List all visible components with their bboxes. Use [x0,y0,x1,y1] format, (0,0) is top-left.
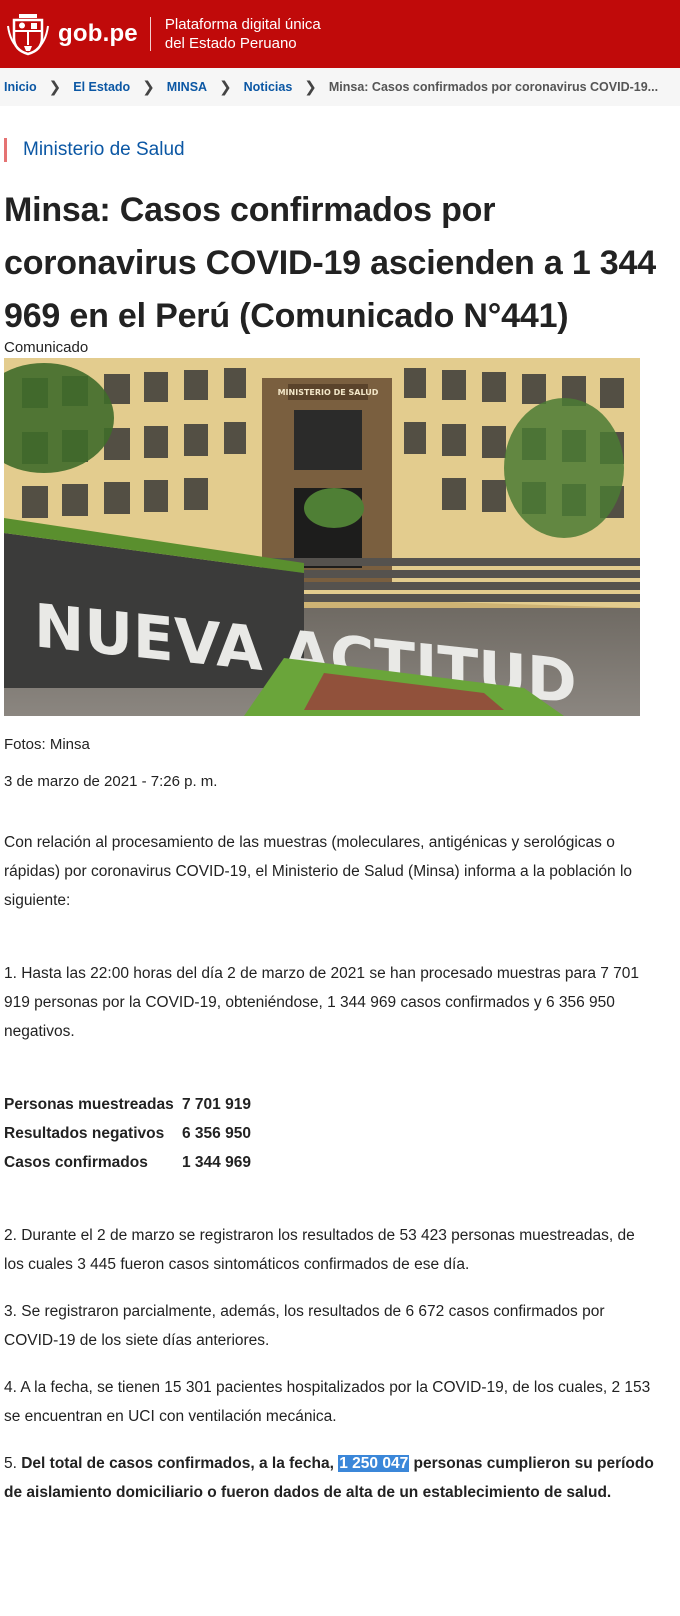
point-4: 4. A la fecha, se tienen 15 301 paciente… [4,1379,651,1425]
stat-label: Resultados negativos [4,1124,165,1142]
building-photo: MINISTERIO DE SALUD NUEVA ACTITUD [4,358,640,716]
point-5-text-a: Del total de casos confirmados, a la fec… [21,1455,339,1472]
stat-label: Personas muestreadas [4,1095,174,1113]
header-tagline: Plataforma digital única del Estado Peru… [165,15,321,53]
image-caption: Fotos: Minsa [4,736,90,753]
chevron-right-icon: ❯ [304,79,317,96]
stat-value: 7 701 919 [182,1095,251,1113]
publish-date: 3 de marzo de 2021 - 7:26 p. m. [4,773,218,790]
breadcrumb-inicio[interactable]: Inicio [4,80,37,94]
peru-crest-icon [7,14,49,56]
point-1: 1. Hasta las 22:00 horas del día 2 de ma… [4,965,640,1040]
breadcrumb-current: Minsa: Casos confirmados por coronavirus… [328,80,659,94]
stat-value: 6 356 950 [182,1124,251,1142]
breadcrumb-minsa[interactable]: MINSA [167,80,207,94]
point-5: 5. Del total de casos confirmados, a la … [4,1449,656,1507]
breadcrumb: Inicio ❯ El Estado ❯ MINSA ❯ Noticias ❯ … [0,68,680,106]
site-header: gob.pe Plataforma digital única del Esta… [0,0,680,68]
article: Ministerio de Salud Minsa: Casos confirm… [0,138,660,1507]
stat-label: Casos confirmados [4,1153,148,1171]
table-row: Personas muestreadas 7 701 919 [4,1090,251,1119]
point-2: 2. Durante el 2 de marzo se registraron … [4,1227,635,1273]
gobpe-logo[interactable]: gob.pe [6,12,138,56]
selected-number-highlight[interactable]: 1 250 047 [338,1455,410,1472]
point-5-number: 5. [4,1455,22,1472]
tagline-line-2: del Estado Peruano [164,35,297,52]
chevron-right-icon: ❯ [219,79,232,96]
building-sign: MINISTERIO DE SALUD [278,388,379,397]
table-row: Casos confirmados 1 344 969 [4,1148,251,1177]
stats-table: Personas muestreadas 7 701 919 Resultado… [4,1090,251,1177]
breadcrumb-noticias[interactable]: Noticias [244,80,293,94]
intro-paragraph: Con relación al procesamiento de las mue… [4,834,633,909]
tagline-line-1: Plataforma digital única [164,16,321,33]
header-divider [149,17,151,51]
chevron-right-icon: ❯ [48,79,62,96]
hero-image: MINISTERIO DE SALUD NUEVA ACTITUD [4,358,640,716]
brand-name: gob.pe [58,20,138,47]
table-row: Resultados negativos 6 356 950 [4,1119,251,1148]
breadcrumb-el-estado[interactable]: El Estado [73,80,130,94]
stat-value: 1 344 969 [182,1153,251,1171]
ministry-link[interactable]: Ministerio de Salud [4,138,656,162]
article-title: Minsa: Casos confirmados por coronavirus… [4,191,656,335]
point-3: 3. Se registraron parcialmente, además, … [4,1303,605,1349]
chevron-right-icon: ❯ [142,79,155,96]
